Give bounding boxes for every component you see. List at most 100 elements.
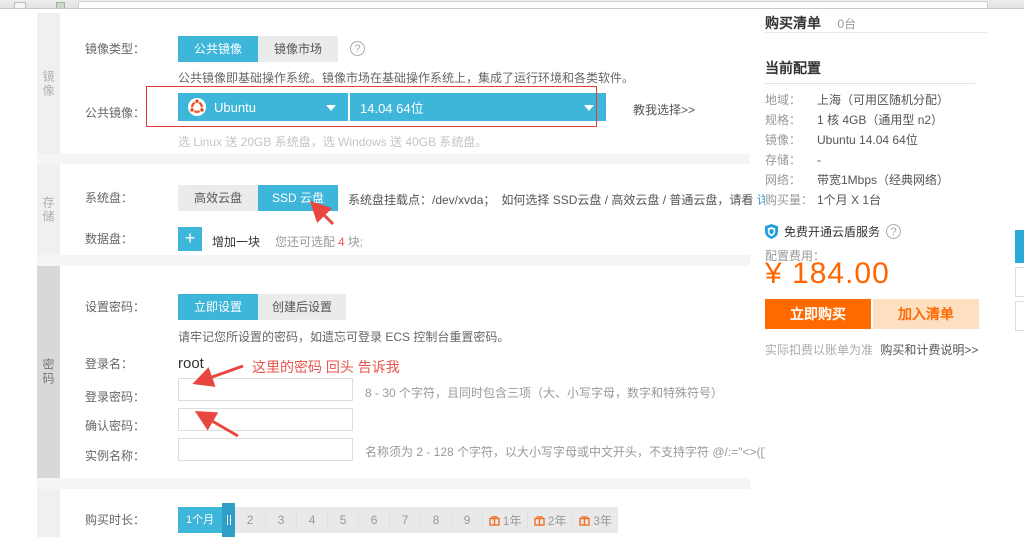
section-duration: 时长 购买时长： 1个月 2 3 4 5 6 7 8 9 1年 (37, 489, 750, 537)
gift-icon (579, 515, 590, 526)
shield-icon (765, 224, 778, 239)
section-storage: 存储 系统盘： 高效云盘 SSD 云盘 系统盘挂载点：/dev/xvda； 如何… (37, 164, 750, 255)
duration-slider: 1个月 2 3 4 5 6 7 8 9 1年 2年 (178, 507, 618, 533)
duration-selected[interactable]: 1个月 (178, 507, 222, 533)
data-disk-label: 数据盘： (85, 226, 133, 252)
add-disk-button[interactable] (178, 227, 202, 251)
footnote-text: 实际扣费以账单为准 (765, 343, 873, 357)
config-rows: 地域：上海（可用区随机分配） 规格：1 核 4GB（通用型 n2） 镜像：Ubu… (765, 90, 987, 210)
login-password-rule: 8 - 30 个字符，且同时包含三项（大、小写字母，数字和特殊符号） (365, 384, 723, 401)
section-password: 密码 设置密码： 立即设置 创建后设置 请牢记您所设置的密码，如遗忘可登录 EC… (37, 266, 750, 478)
mount-note: 系统盘挂载点：/dev/xvda； 如何选择 SSD云盘 / 高效云盘 / 普通… (348, 191, 819, 208)
summary-panel: 购买清单 0台 当前配置 地域：上海（可用区随机分配） 规格：1 核 4GB（通… (765, 9, 987, 537)
rail-storage-label: 存储 (40, 196, 57, 224)
chevron-down-icon (584, 105, 594, 111)
tab-ssd-disk[interactable]: SSD 云盘 (258, 185, 338, 211)
rail-duration[interactable]: 时长 (37, 489, 60, 537)
duration-option-year[interactable]: 3年 (573, 512, 618, 529)
config-row-image: 镜像：Ubuntu 14.04 64位 (765, 130, 987, 150)
tab-public-image[interactable]: 公共镜像 (178, 36, 258, 62)
floating-widget-top[interactable] (1015, 230, 1024, 263)
login-password-input[interactable] (178, 378, 353, 401)
rail-password-label: 密码 (40, 358, 57, 386)
duration-slider-handle[interactable] (222, 503, 235, 537)
divider (765, 83, 975, 84)
public-image-label: 公共镜像： (85, 100, 145, 126)
cart-count: 0台 (837, 17, 856, 31)
rail-image-label: 镜像 (40, 70, 57, 98)
tab-efficient-disk[interactable]: 高效云盘 (178, 185, 258, 211)
duration-option[interactable]: 7 (390, 513, 421, 527)
config-title: 当前配置 (765, 58, 821, 78)
config-row-region: 地域：上海（可用区随机分配） (765, 90, 987, 110)
floating-widget-bottom[interactable] (1015, 301, 1024, 331)
duration-option[interactable]: 3 (266, 513, 297, 527)
duration-option-year[interactable]: 2年 (528, 512, 573, 529)
rail-image[interactable]: 镜像 (37, 13, 60, 154)
shield-text: 免费开通云盾服务 (784, 223, 880, 240)
billing-footnote: 实际扣费以账单为准 购买和计费说明>> (765, 341, 978, 358)
teach-me-link[interactable]: 教我选择>> (633, 101, 695, 118)
duration-option[interactable]: 8 (421, 513, 452, 527)
set-password-label: 设置密码： (85, 294, 145, 320)
system-disk-tabs: 高效云盘 SSD 云盘 (178, 185, 338, 211)
browser-chrome (0, 0, 1024, 9)
browser-tab[interactable] (14, 2, 26, 9)
address-bar[interactable] (78, 1, 988, 9)
price-value: ¥ 184.00 (765, 257, 890, 291)
login-name-label: 登录名： (85, 351, 133, 377)
confirm-password-label: 确认密码： (85, 413, 145, 439)
disk-gift-hint: 选 Linux 送 20GB 系统盘，选 Windows 送 40GB 系统盘。 (178, 133, 487, 150)
image-type-desc: 公共镜像即基础操作系统。镜像市场在基础操作系统上，集成了运行环境和各类软件。 (178, 69, 634, 86)
confirm-password-input[interactable] (178, 408, 353, 431)
config-row-spec: 规格：1 核 4GB（通用型 n2） (765, 110, 987, 130)
password-hint: 请牢记您所设置的密码，如遗忘可登录 ECS 控制台重置密码。 (178, 328, 509, 345)
ubuntu-logo-icon (188, 98, 206, 116)
action-buttons: 立即购买 加入清单 (765, 299, 979, 329)
version-selected: 14.04 64位 (360, 98, 424, 117)
cart-title: 购买清单 (765, 15, 821, 31)
chevron-down-icon (326, 105, 336, 111)
add-disk-text[interactable]: 增加一块 (212, 233, 260, 250)
duration-option[interactable]: 9 (452, 513, 483, 527)
config-form: 镜像 镜像类型： 公共镜像 镜像市场 公共镜像即基础操作系统。镜像市场在基础操作… (37, 13, 750, 537)
duration-option[interactable]: 6 (359, 513, 390, 527)
image-type-label: 镜像类型： (85, 36, 145, 62)
duration-label: 购买时长： (85, 507, 145, 533)
shield-service: 免费开通云盾服务 (765, 223, 901, 240)
rail-storage[interactable]: 存储 (37, 164, 60, 255)
instance-name-input[interactable] (178, 438, 353, 461)
tab-image-market[interactable]: 镜像市场 (258, 36, 338, 62)
add-to-cart-button[interactable]: 加入清单 (873, 299, 979, 329)
os-dropdown[interactable]: Ubuntu (178, 93, 348, 121)
duration-option[interactable]: 2 (235, 513, 266, 527)
instance-name-rule: 名称须为 2 - 128 个字符，以大小写字母或中文开头，不支持字符 @/:="… (365, 443, 811, 460)
config-row-network: 网络：带宽1Mbps（经典网络） (765, 170, 987, 190)
duration-option[interactable]: 4 (297, 513, 328, 527)
gift-icon (534, 515, 545, 526)
system-disk-label: 系统盘： (85, 185, 133, 211)
config-row-storage: 存储：- (765, 150, 987, 170)
shield-help-icon[interactable] (886, 224, 901, 239)
duration-option-year[interactable]: 1年 (483, 512, 528, 529)
gift-icon (489, 515, 500, 526)
billing-link[interactable]: 购买和计费说明>> (880, 343, 978, 357)
login-name-value: root (178, 355, 204, 372)
version-dropdown[interactable]: 14.04 64位 (350, 93, 606, 121)
buy-now-button[interactable]: 立即购买 (765, 299, 871, 329)
remaining-count: 4 (335, 235, 348, 249)
remaining-disks: 您还可选配4块; (275, 233, 363, 250)
floating-widget-mid[interactable] (1015, 267, 1024, 297)
cart-header: 购买清单 0台 (765, 9, 987, 33)
section-image: 镜像 镜像类型： 公共镜像 镜像市场 公共镜像即基础操作系统。镜像市场在基础操作… (37, 13, 750, 154)
duration-option[interactable]: 5 (328, 513, 359, 527)
set-password-tabs: 立即设置 创建后设置 (178, 294, 346, 320)
rail-password[interactable]: 密码 (37, 266, 60, 478)
tab-set-later[interactable]: 创建后设置 (258, 294, 346, 320)
image-type-help-icon[interactable] (350, 41, 365, 56)
instance-name-label: 实例名称： (85, 443, 145, 469)
tab-set-now[interactable]: 立即设置 (178, 294, 258, 320)
ecs-purchase-page: 镜像 镜像类型： 公共镜像 镜像市场 公共镜像即基础操作系统。镜像市场在基础操作… (0, 0, 1024, 537)
os-selected: Ubuntu (214, 100, 256, 115)
login-password-label: 登录密码： (85, 384, 145, 410)
